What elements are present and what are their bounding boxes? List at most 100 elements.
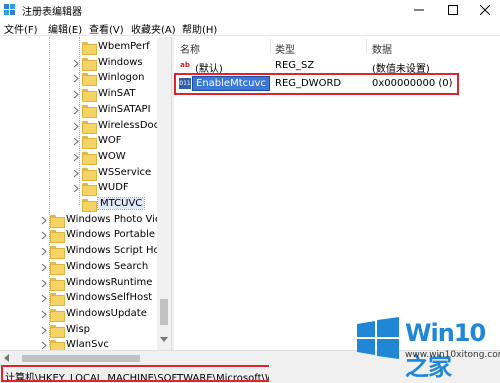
tree-item-label: WindowsUpdate — [66, 307, 147, 319]
folder-icon — [50, 293, 65, 307]
tree-item-label: WindowsRuntime — [66, 276, 153, 288]
tree-item[interactable]: Windows Photo Vie — [40, 213, 171, 228]
folder-icon — [50, 324, 65, 338]
watermark: Win10 之家 www.win10xitong.com — [355, 314, 500, 381]
column-header-type[interactable]: 类型 — [275, 41, 295, 56]
expand-chevron-icon[interactable] — [72, 169, 80, 178]
folder-icon — [82, 151, 97, 165]
scroll-down-arrow-icon[interactable] — [160, 337, 168, 343]
menu-bar: 文件(F) 编辑(E) 查看(V) 收藏夹(A) 帮助(H) — [0, 19, 500, 36]
expand-chevron-icon[interactable] — [72, 106, 80, 115]
value-type: REG_SZ — [275, 60, 315, 71]
values-list[interactable]: 名称 类型 数据 ab (默认) REG_SZ (数值未设置) 011 Enab… — [174, 37, 500, 350]
expand-chevron-icon[interactable] — [40, 341, 48, 350]
expand-chevron-icon[interactable] — [72, 184, 80, 193]
column-header-name[interactable]: 名称 — [180, 41, 200, 56]
menu-favorites[interactable]: 收藏夹(A) — [131, 21, 176, 36]
expand-chevron-icon[interactable] — [40, 216, 48, 225]
folder-icon — [82, 42, 97, 55]
tree-item-label: WinSAT — [98, 88, 136, 100]
maximize-icon — [448, 4, 458, 15]
tree-item-label: WSService — [98, 166, 152, 178]
column-header-data[interactable]: 数据 — [372, 41, 392, 56]
expand-chevron-icon[interactable] — [40, 326, 48, 335]
string-value-icon: ab — [180, 61, 190, 69]
tree-vertical-scrollbar[interactable] — [157, 37, 171, 350]
expand-chevron-icon[interactable] — [72, 90, 80, 99]
horizontal-scroll-thumb[interactable] — [22, 355, 140, 362]
folder-icon — [50, 277, 65, 291]
tree-item-label: WlanSvc — [66, 339, 109, 350]
tree-item[interactable]: WindowsUpdate — [40, 307, 171, 322]
menu-edit[interactable]: 编辑(E) — [48, 21, 82, 36]
expand-chevron-icon[interactable] — [40, 279, 48, 288]
tree-item-label: WOW — [98, 150, 126, 162]
expand-chevron-icon[interactable] — [40, 263, 48, 272]
menu-view[interactable]: 查看(V) — [89, 21, 124, 36]
window-title: 注册表编辑器 — [22, 7, 82, 18]
expand-chevron-icon[interactable] — [72, 137, 80, 146]
tree-item-label: Windows Script Ho — [66, 245, 160, 257]
windows-logo-icon — [357, 317, 399, 359]
tree-item-label: WOF — [98, 135, 122, 147]
folder-icon — [82, 104, 97, 118]
tree-item-label: MTCUVC — [96, 197, 146, 210]
tree-item-label: WirelessDoc — [98, 119, 160, 131]
folder-icon — [50, 214, 65, 228]
tree-item-label: Windows — [98, 56, 143, 68]
folder-icon — [50, 308, 65, 322]
expand-chevron-icon[interactable] — [72, 74, 80, 83]
registry-path: 计算机\HKEY_LOCAL_MACHINE\SOFTWARE\Microsof… — [1, 365, 269, 382]
watermark-url: www.win10xitong.com — [405, 350, 500, 360]
expand-chevron-icon[interactable] — [72, 122, 80, 131]
value-row-default[interactable]: ab (默认) REG_SZ (数值未设置) — [174, 57, 500, 75]
maximize-button[interactable] — [438, 0, 468, 19]
minimize-icon — [414, 9, 424, 10]
tree-item[interactable]: Windows Portable — [40, 228, 171, 244]
folder-icon — [82, 89, 97, 103]
tree-item-label: WbemPerf — [98, 41, 150, 52]
registry-tree[interactable]: WbemPerf Windows Winlogon WinSAT WinSATAPI Wi… — [0, 37, 171, 350]
tree-item[interactable]: Wisp — [40, 323, 171, 338]
folder-icon — [82, 167, 97, 181]
tree-scroll-thumb[interactable] — [160, 299, 168, 325]
folder-icon — [82, 136, 97, 150]
expand-chevron-icon[interactable] — [40, 231, 48, 240]
menu-help[interactable]: 帮助(H) — [182, 21, 217, 36]
tree-item[interactable]: WindowsSelfHost — [40, 291, 171, 307]
tree-item-label: WinSATAPI — [98, 103, 151, 115]
expand-chevron-icon[interactable] — [72, 59, 80, 68]
title-bar: 注册表编辑器 — [0, 0, 500, 19]
folder-icon — [50, 340, 65, 350]
folder-icon — [82, 120, 97, 134]
red-highlight-box — [174, 73, 459, 95]
scroll-left-arrow-icon[interactable] — [4, 354, 10, 362]
folder-icon — [50, 261, 65, 275]
tree-item-label: Windows Photo Vie — [66, 213, 162, 225]
tree-item-label: Winlogon — [98, 72, 145, 84]
expand-chevron-icon[interactable] — [72, 153, 80, 162]
tree-item[interactable]: WindowsRuntime — [40, 276, 171, 291]
folder-icon — [82, 183, 97, 197]
menu-file[interactable]: 文件(F) — [4, 21, 38, 36]
expand-chevron-icon[interactable] — [40, 294, 48, 303]
registry-app-icon — [4, 4, 15, 15]
close-button[interactable] — [470, 0, 500, 19]
expand-chevron-icon[interactable] — [40, 247, 48, 256]
folder-icon — [82, 57, 97, 71]
expand-chevron-icon[interactable] — [40, 310, 48, 319]
tree-item[interactable]: WlanSvc — [40, 338, 171, 350]
tree-item[interactable]: Windows Script Ho — [40, 244, 171, 260]
tree-item-label: Windows Portable — [66, 229, 156, 241]
tree-item-label: Windows Search — [66, 260, 149, 272]
column-separator[interactable] — [366, 39, 367, 53]
folder-icon — [82, 73, 97, 87]
tree-item[interactable]: Windows Search — [40, 260, 171, 275]
tree-item-label: WUDF — [98, 182, 129, 194]
registry-editor-window: 注册表编辑器 文件(F) 编辑(E) 查看(V) 收藏夹(A) 帮助(H) Wb… — [0, 0, 500, 383]
folder-icon — [50, 230, 65, 244]
tree-item-label: WindowsSelfHost — [66, 292, 153, 304]
column-separator[interactable] — [270, 39, 271, 53]
close-icon — [480, 4, 490, 15]
minimize-button[interactable] — [404, 0, 434, 19]
